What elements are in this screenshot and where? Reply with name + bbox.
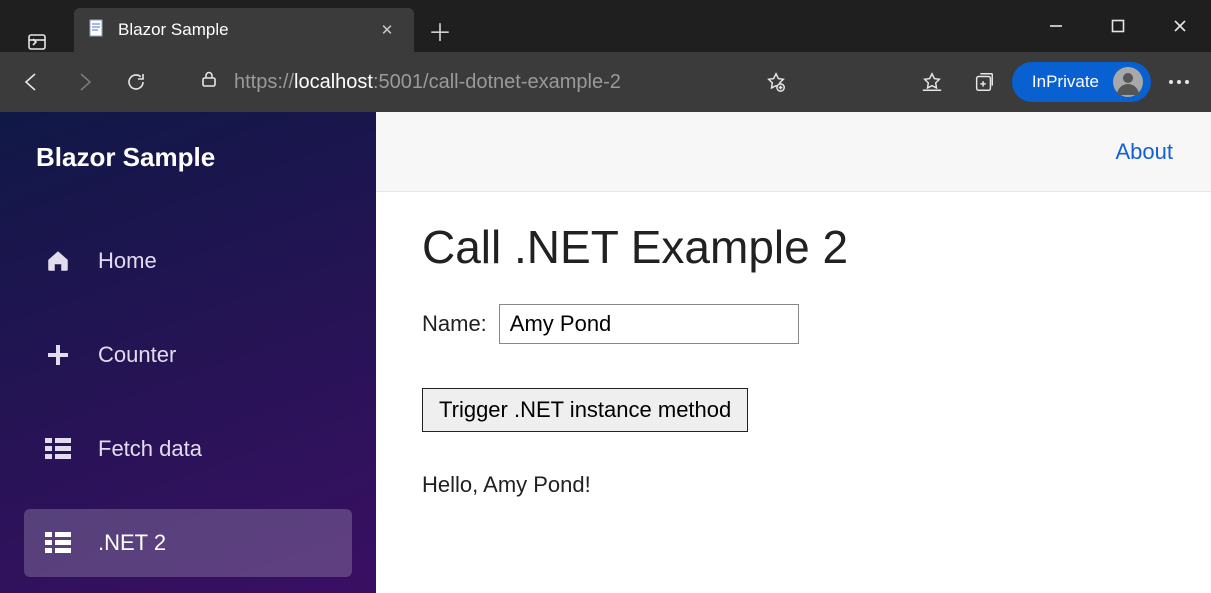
url-protocol: https:// — [234, 71, 294, 93]
trigger-button[interactable]: Trigger .NET instance method — [422, 388, 748, 432]
tab-title: Blazor Sample — [118, 20, 229, 40]
back-button[interactable] — [8, 58, 56, 106]
nav-label: Fetch data — [98, 436, 202, 462]
refresh-button[interactable] — [112, 58, 160, 106]
browser-toolbar: https://localhost:5001/call-dotnet-examp… — [0, 52, 1211, 112]
favorites-button[interactable] — [908, 58, 956, 106]
name-row: Name: — [422, 304, 1165, 344]
content-area: About Call .NET Example 2 Name: Trigger … — [376, 112, 1211, 593]
url-path: /call-dotnet-example-2 — [423, 71, 621, 93]
collections-button[interactable] — [960, 58, 1008, 106]
forward-button[interactable] — [60, 58, 108, 106]
nav-item-home[interactable]: Home — [24, 227, 352, 295]
plus-icon — [44, 341, 72, 369]
tab-actions-icon[interactable] — [0, 32, 74, 52]
page-heading: Call .NET Example 2 — [422, 220, 1165, 274]
titlebar: Blazor Sample ✕ ＋ — [0, 0, 1211, 52]
page-viewport: Blazor Sample Home Counter — [0, 112, 1211, 593]
inprivate-label: InPrivate — [1032, 72, 1099, 92]
avatar-icon — [1113, 67, 1143, 97]
name-label: Name: — [422, 311, 487, 337]
app-sidebar: Blazor Sample Home Counter — [0, 112, 376, 593]
browser-window: Blazor Sample ✕ ＋ https://localhost:5001… — [0, 0, 1211, 593]
content-topbar: About — [376, 112, 1211, 192]
nav-list: Home Counter Fetch data — [0, 207, 376, 577]
more-menu-button[interactable] — [1155, 58, 1203, 106]
nav-item-net-2[interactable]: .NET 2 — [24, 509, 352, 577]
list-icon — [44, 529, 72, 557]
url-host: localhost — [294, 71, 373, 93]
browser-tab-active[interactable]: Blazor Sample ✕ — [74, 8, 414, 52]
address-bar[interactable]: https://localhost:5001/call-dotnet-examp… — [188, 61, 748, 103]
home-icon — [44, 247, 72, 275]
main-panel: Call .NET Example 2 Name: Trigger .NET i… — [376, 192, 1211, 526]
url-port: :5001 — [373, 71, 423, 93]
lock-icon — [200, 70, 218, 94]
nav-label: .NET 2 — [98, 530, 166, 556]
list-icon — [44, 435, 72, 463]
site-info-button[interactable] — [752, 58, 800, 106]
name-input[interactable] — [499, 304, 799, 344]
greeting-text: Hello, Amy Pond! — [422, 472, 1165, 498]
new-tab-button[interactable]: ＋ — [418, 8, 462, 52]
minimize-button[interactable] — [1025, 0, 1087, 52]
tab-favicon — [88, 19, 106, 42]
nav-item-fetch-data[interactable]: Fetch data — [24, 415, 352, 483]
about-link[interactable]: About — [1116, 139, 1174, 165]
app-brand: Blazor Sample — [0, 112, 376, 207]
profile-inprivate-pill[interactable]: InPrivate — [1012, 62, 1151, 102]
nav-label: Home — [98, 248, 157, 274]
close-window-button[interactable] — [1149, 0, 1211, 52]
nav-item-counter[interactable]: Counter — [24, 321, 352, 389]
url: https://localhost:5001/call-dotnet-examp… — [234, 71, 621, 94]
maximize-button[interactable] — [1087, 0, 1149, 52]
window-controls — [1025, 0, 1211, 52]
nav-label: Counter — [98, 342, 176, 368]
tab-close-icon[interactable]: ✕ — [374, 17, 400, 43]
